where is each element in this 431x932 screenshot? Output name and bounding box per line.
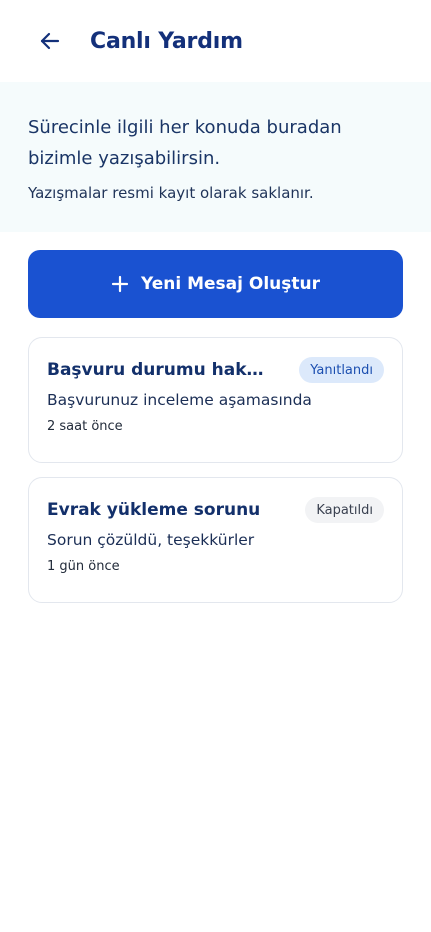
new-message-label: Yeni Mesaj Oluştur <box>140 274 321 294</box>
info-banner: Sürecinle ilgili her konuda buradan bizi… <box>0 82 431 232</box>
status-badge: Yanıtlandı <box>299 357 384 383</box>
conversation-time: 2 saat önce <box>47 419 123 434</box>
conversation-title: Evrak yükleme sorunu <box>47 500 261 520</box>
conversation-title: Başvuru durumu hakkında <box>47 360 272 380</box>
conversation-preview: Sorun çözüldü, teşekkürler <box>47 531 255 549</box>
back-button[interactable] <box>34 25 66 57</box>
conversation-card[interactable]: Evrak yükleme sorunu Kapatıldı Sorun çöz… <box>28 477 403 603</box>
info-sub-text: Yazışmalar resmi kayıt olarak saklanır. <box>28 184 314 202</box>
status-badge: Kapatıldı <box>305 497 384 523</box>
conversation-time: 1 gün önce <box>47 559 120 574</box>
arrow-left-icon <box>40 32 60 50</box>
info-main-text: Sürecinle ilgili her konuda buradan bizi… <box>28 117 342 169</box>
app-header: Canlı Yardım <box>0 0 431 82</box>
conversation-card[interactable]: Başvuru durumu hakkında Yanıtlandı Başvu… <box>28 337 403 463</box>
page-title: Canlı Yardım <box>90 28 243 54</box>
new-message-button[interactable]: Yeni Mesaj Oluştur <box>28 250 403 318</box>
content: Yeni Mesaj Oluştur Başvuru durumu hakkın… <box>0 232 431 603</box>
plus-icon <box>111 275 129 293</box>
conversation-preview: Başvurunuz inceleme aşamasında <box>47 391 312 409</box>
